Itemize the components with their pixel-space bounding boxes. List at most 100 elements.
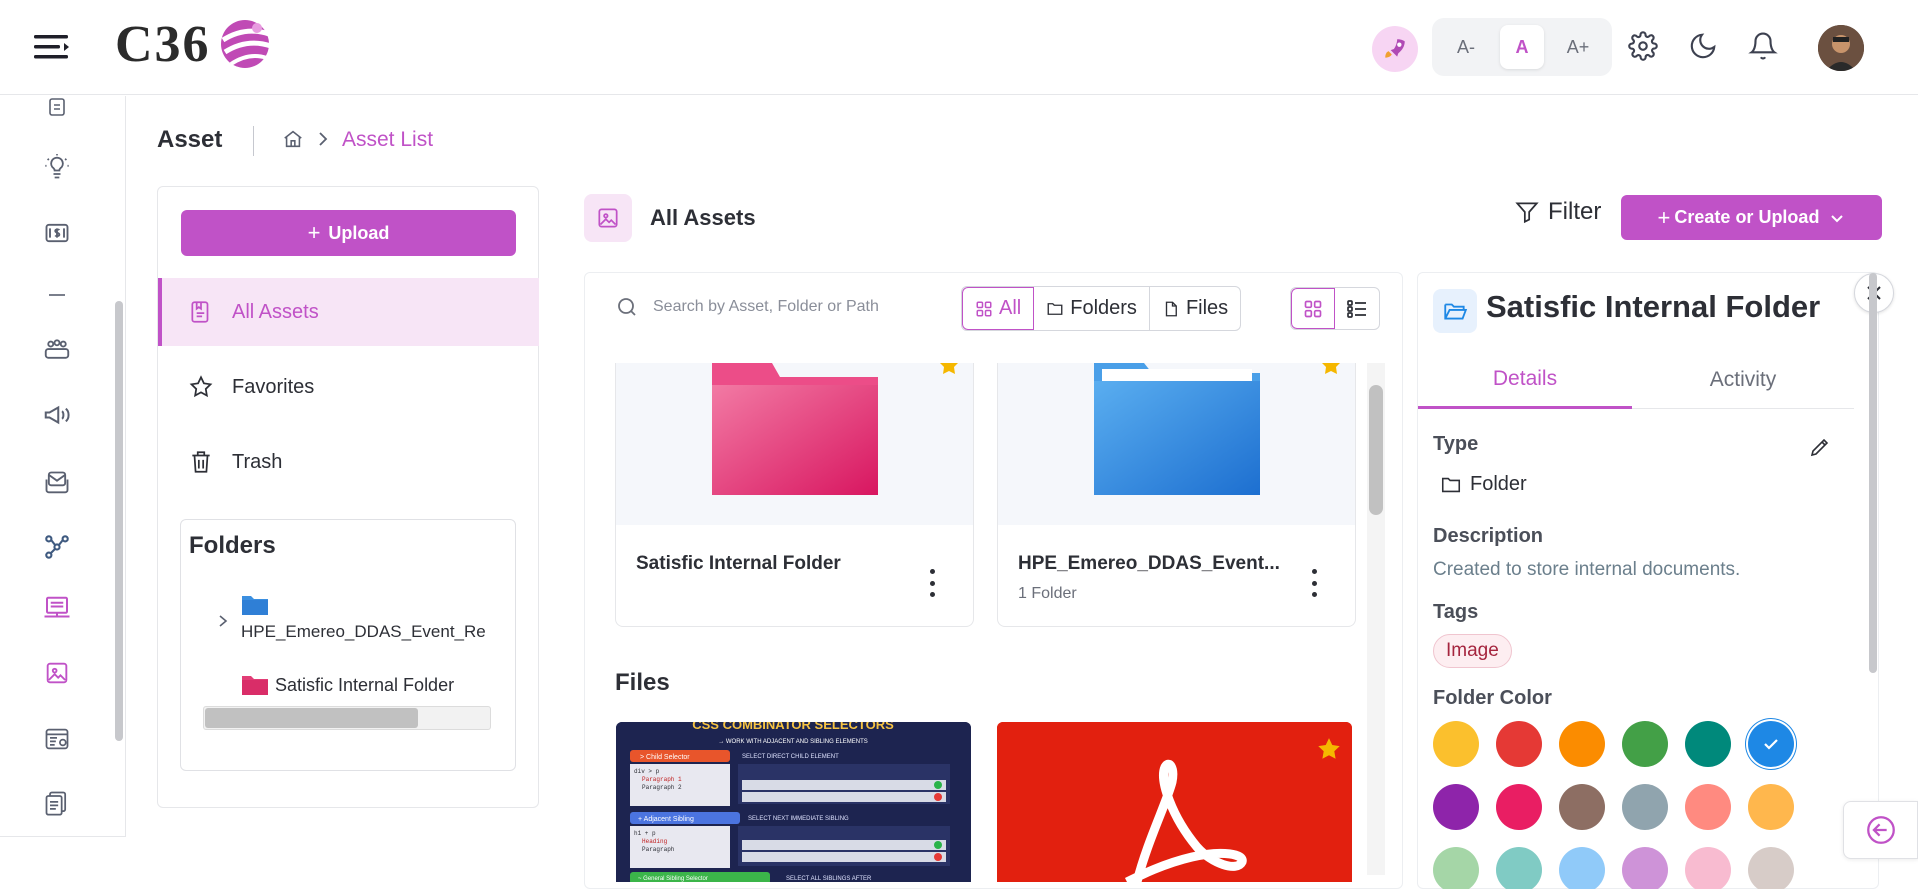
segment-all[interactable]: All <box>962 287 1035 330</box>
menu-toggle-icon[interactable] <box>34 32 70 62</box>
moon-icon[interactable] <box>1685 28 1721 64</box>
image-asset-icon[interactable] <box>40 656 74 690</box>
folder-name: HPE_Emereo_DDAS_Event... <box>1018 553 1280 574</box>
thumb-row-line: Paragraph <box>642 846 675 853</box>
favorite-star-icon[interactable] <box>1316 736 1342 762</box>
color-swatch[interactable] <box>1622 847 1668 889</box>
folder-tree-scrollbar[interactable] <box>203 706 491 730</box>
color-swatch[interactable] <box>1622 721 1668 767</box>
presentation-icon[interactable] <box>40 592 74 626</box>
scrollbar-thumb[interactable] <box>1369 385 1383 515</box>
trash-icon <box>192 451 210 473</box>
bell-icon[interactable] <box>1745 28 1781 64</box>
folder-card[interactable]: HPE_Emereo_DDAS_Event... 1 Folder <box>997 363 1356 627</box>
gear-icon[interactable] <box>1625 28 1661 64</box>
plus-icon: + <box>1657 204 1671 230</box>
color-swatch[interactable] <box>1433 721 1479 767</box>
tags-label: Tags <box>1433 601 1479 623</box>
scrollbar-thumb[interactable] <box>205 708 418 728</box>
folder-thumbnail <box>998 363 1355 525</box>
calendar-icon[interactable] <box>40 90 74 124</box>
segment-folders[interactable]: Folders <box>1034 287 1150 330</box>
type-label: Type <box>1433 433 1479 455</box>
color-swatch[interactable] <box>1496 784 1542 830</box>
thumb-row-line: div > p <box>634 768 660 775</box>
file-card-pdf[interactable] <box>997 722 1352 882</box>
pencil-icon[interactable] <box>1808 435 1832 464</box>
collapse-panel-button[interactable] <box>1843 801 1918 859</box>
color-swatch[interactable] <box>1622 784 1668 830</box>
nav-favorites[interactable]: Favorites <box>158 353 539 421</box>
check-icon <box>1764 739 1778 750</box>
grid-view-button[interactable] <box>1291 288 1335 329</box>
content-scrollbar[interactable] <box>1367 363 1385 875</box>
tab-activity[interactable]: Activity <box>1636 351 1850 409</box>
money-icon[interactable] <box>40 216 74 250</box>
folder-icon <box>1441 477 1461 492</box>
color-swatch[interactable] <box>1748 784 1794 830</box>
nav-label: Favorites <box>232 375 315 398</box>
breadcrumb-current[interactable]: Asset List <box>342 128 433 152</box>
color-swatch[interactable] <box>1559 784 1605 830</box>
thumb-row-line: Paragraph 1 <box>642 776 682 783</box>
lightbulb-icon[interactable] <box>40 150 74 184</box>
color-swatch[interactable] <box>1433 847 1479 889</box>
workflow-icon[interactable] <box>40 530 74 564</box>
brand-logo[interactable]: C36 <box>115 14 273 74</box>
filter-button[interactable]: Filter <box>1514 198 1601 226</box>
color-swatch[interactable] <box>1685 784 1731 830</box>
color-swatch[interactable] <box>1496 847 1542 889</box>
image-asset-icon <box>584 194 632 242</box>
folders-title: Folders <box>189 532 276 559</box>
asset-navigation-panel: + Upload All Assets Favorites Trash Fold… <box>157 186 539 808</box>
nav-trash[interactable]: Trash <box>158 428 539 496</box>
team-icon[interactable] <box>40 332 74 366</box>
search-input[interactable] <box>653 298 913 316</box>
megaphone-icon[interactable] <box>40 398 74 432</box>
search-box[interactable] <box>615 295 913 319</box>
home-icon[interactable] <box>282 128 304 155</box>
mail-stack-icon[interactable] <box>40 466 74 500</box>
details-scrollbar[interactable] <box>1869 273 1877 673</box>
tab-details[interactable]: Details <box>1418 351 1632 409</box>
favorite-star-icon[interactable] <box>1320 363 1342 377</box>
folder-item-count: 1 Folder <box>1018 585 1077 602</box>
create-or-upload-button[interactable]: + Create or Upload <box>1621 195 1882 240</box>
color-swatch[interactable] <box>1685 721 1731 767</box>
upload-button[interactable]: + Upload <box>181 210 516 256</box>
color-swatch[interactable] <box>1496 721 1542 767</box>
favorite-star-icon[interactable] <box>938 363 960 377</box>
view-toggle <box>1290 287 1380 330</box>
folder-card[interactable]: Satisfic Internal Folder <box>615 363 974 627</box>
segment-files[interactable]: Files <box>1150 287 1240 330</box>
font-increase-button[interactable]: A+ <box>1556 25 1600 69</box>
thumb-row-line: h1 + p <box>634 830 656 837</box>
color-swatch[interactable] <box>1748 721 1794 767</box>
tag-badge[interactable]: Image <box>1433 634 1512 668</box>
color-swatch[interactable] <box>1685 847 1731 889</box>
color-swatch[interactable] <box>1748 847 1794 889</box>
color-swatch[interactable] <box>1433 784 1479 830</box>
user-avatar[interactable] <box>1818 25 1864 71</box>
rocket-icon[interactable] <box>1372 26 1418 72</box>
nav-label: Trash <box>232 450 283 473</box>
chevron-right-icon[interactable] <box>217 614 229 628</box>
font-normal-button[interactable]: A <box>1500 25 1544 69</box>
more-options-icon[interactable] <box>927 569 937 597</box>
nav-all-assets[interactable]: All Assets <box>158 278 539 346</box>
logo-globe-icon <box>220 20 272 68</box>
divider-icon <box>40 278 74 312</box>
folder-tree-item[interactable]: Satisfic Internal Folder <box>241 674 454 696</box>
documents-icon[interactable] <box>40 786 74 820</box>
folder-icon <box>1047 302 1063 315</box>
color-swatch[interactable] <box>1559 721 1605 767</box>
file-card-image[interactable]: CSS COMBINATOR SELECTORS → WORK WITH ADJ… <box>616 722 971 882</box>
sidebar-scrollbar[interactable] <box>115 301 123 741</box>
font-decrease-button[interactable]: A- <box>1444 25 1488 69</box>
color-swatch[interactable] <box>1559 847 1605 889</box>
thumb-row-caption: SELECT NEXT IMMEDIATE SIBLING <box>748 816 849 822</box>
files-section-title: Files <box>615 669 670 696</box>
list-view-button[interactable] <box>1335 288 1379 329</box>
more-options-icon[interactable] <box>1309 569 1319 597</box>
report-settings-icon[interactable] <box>40 722 74 756</box>
